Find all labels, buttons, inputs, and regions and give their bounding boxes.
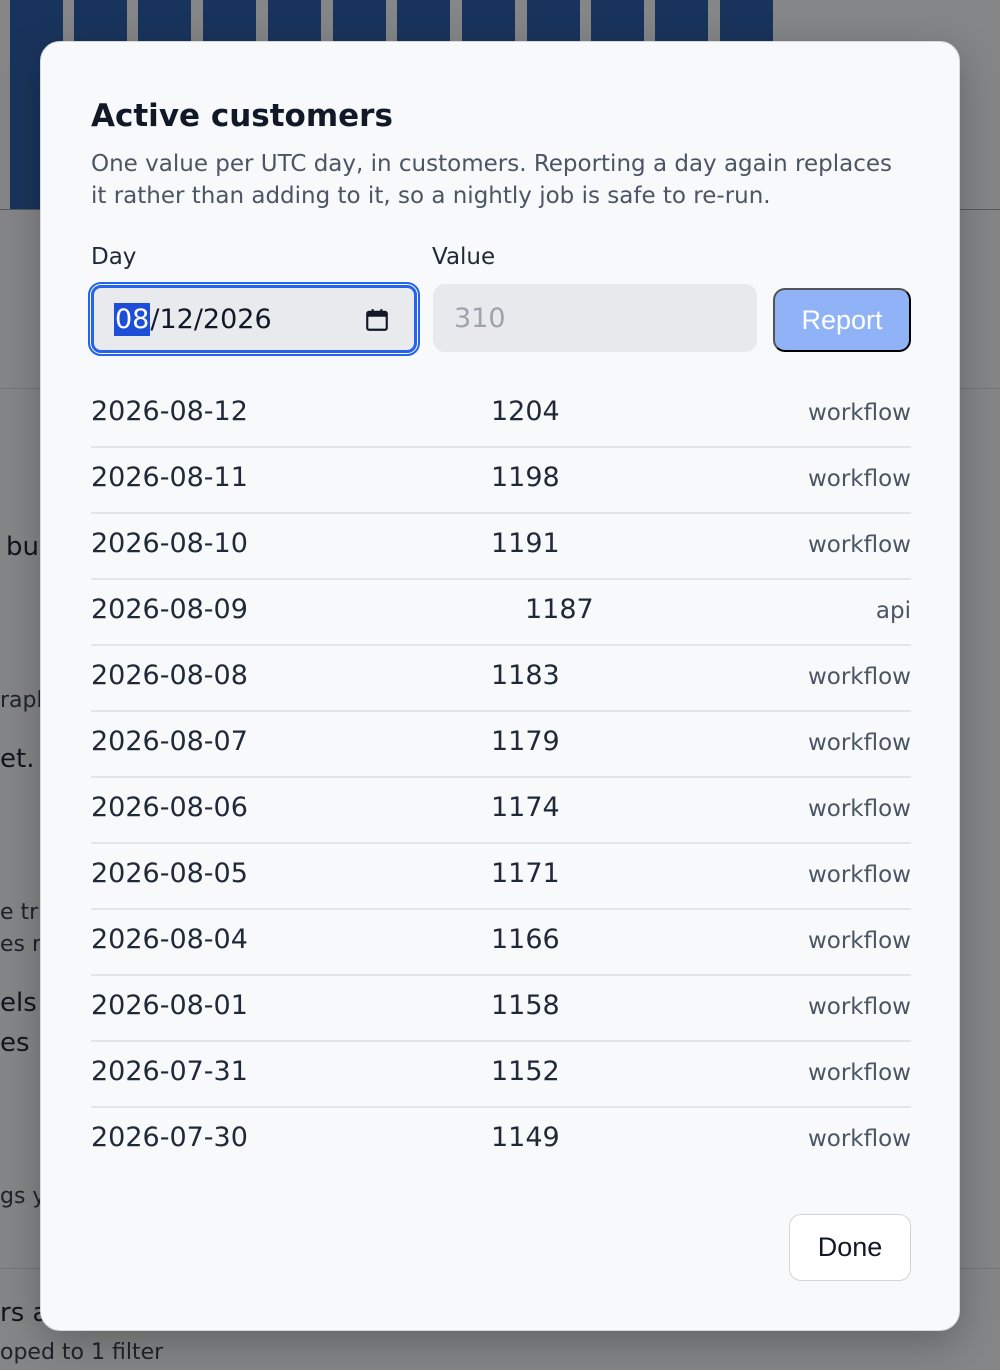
row-day: 2026-08-07 (91, 726, 248, 757)
value-input[interactable]: 310 (433, 284, 757, 352)
day-label: Day (91, 244, 137, 270)
value-placeholder: 310 (454, 302, 506, 334)
row-value: 1187 (525, 594, 594, 625)
row-value: 1204 (491, 396, 560, 427)
reported-values-list: 2026-08-12 1204 workflow 2026-08-11 1198… (91, 382, 911, 1174)
row-value: 1149 (491, 1122, 560, 1153)
row-day: 2026-08-08 (91, 660, 248, 691)
row-source: workflow (807, 796, 911, 822)
list-item: 2026-08-11 1198 workflow (91, 448, 911, 514)
day-date-input[interactable]: 08/12/2026 (88, 282, 420, 356)
list-item: 2026-08-01 1158 workflow (91, 976, 911, 1042)
row-day: 2026-08-05 (91, 858, 248, 889)
row-value: 1179 (491, 726, 560, 757)
row-day: 2026-07-31 (91, 1056, 248, 1087)
row-source: workflow (807, 664, 911, 690)
list-item: 2026-08-10 1191 workflow (91, 514, 911, 580)
list-item: 2026-08-12 1204 workflow (91, 382, 911, 448)
row-day: 2026-08-09 (91, 594, 248, 625)
list-item: 2026-08-06 1174 workflow (91, 778, 911, 844)
row-day: 2026-08-11 (91, 462, 248, 493)
row-value: 1158 (491, 990, 560, 1021)
row-source: workflow (807, 400, 911, 426)
row-value: 1183 (491, 660, 560, 691)
value-label: Value (432, 244, 496, 270)
row-value: 1171 (491, 858, 560, 889)
row-value: 1198 (491, 462, 560, 493)
row-source: workflow (807, 862, 911, 888)
row-source: workflow (807, 928, 911, 954)
done-button[interactable]: Done (789, 1214, 911, 1281)
list-item: 2026-08-08 1183 workflow (91, 646, 911, 712)
date-day-year-segments[interactable]: /12/2026 (150, 304, 271, 335)
report-value-dialog: Active customers One value per UTC day, … (40, 41, 960, 1331)
list-item: 2026-07-30 1149 workflow (91, 1108, 911, 1174)
list-item: 2026-08-07 1179 workflow (91, 712, 911, 778)
row-day: 2026-08-06 (91, 792, 248, 823)
calendar-icon[interactable] (364, 307, 390, 333)
row-day: 2026-08-12 (91, 396, 248, 427)
row-source: workflow (807, 994, 911, 1020)
row-day: 2026-07-30 (91, 1122, 248, 1153)
row-value: 1152 (491, 1056, 560, 1087)
row-value: 1191 (491, 528, 560, 559)
dialog-description: One value per UTC day, in customers. Rep… (91, 151, 892, 209)
dialog-title: Active customers (91, 98, 393, 134)
row-source: workflow (807, 1126, 911, 1152)
row-source: api (875, 598, 911, 624)
row-day: 2026-08-10 (91, 528, 248, 559)
row-source: workflow (807, 730, 911, 756)
row-source: workflow (807, 532, 911, 558)
date-month-segment[interactable]: 08 (114, 302, 151, 336)
list-item: 2026-08-05 1171 workflow (91, 844, 911, 910)
row-source: workflow (807, 1060, 911, 1086)
row-day: 2026-08-04 (91, 924, 248, 955)
list-item: 2026-07-31 1152 workflow (91, 1042, 911, 1108)
row-day: 2026-08-01 (91, 990, 248, 1021)
row-value: 1174 (491, 792, 560, 823)
row-source: workflow (807, 466, 911, 492)
report-button[interactable]: Report (773, 288, 911, 352)
list-item: 2026-08-04 1166 workflow (91, 910, 911, 976)
row-value: 1166 (491, 924, 560, 955)
list-item: 2026-08-09 1187 api (91, 580, 911, 646)
